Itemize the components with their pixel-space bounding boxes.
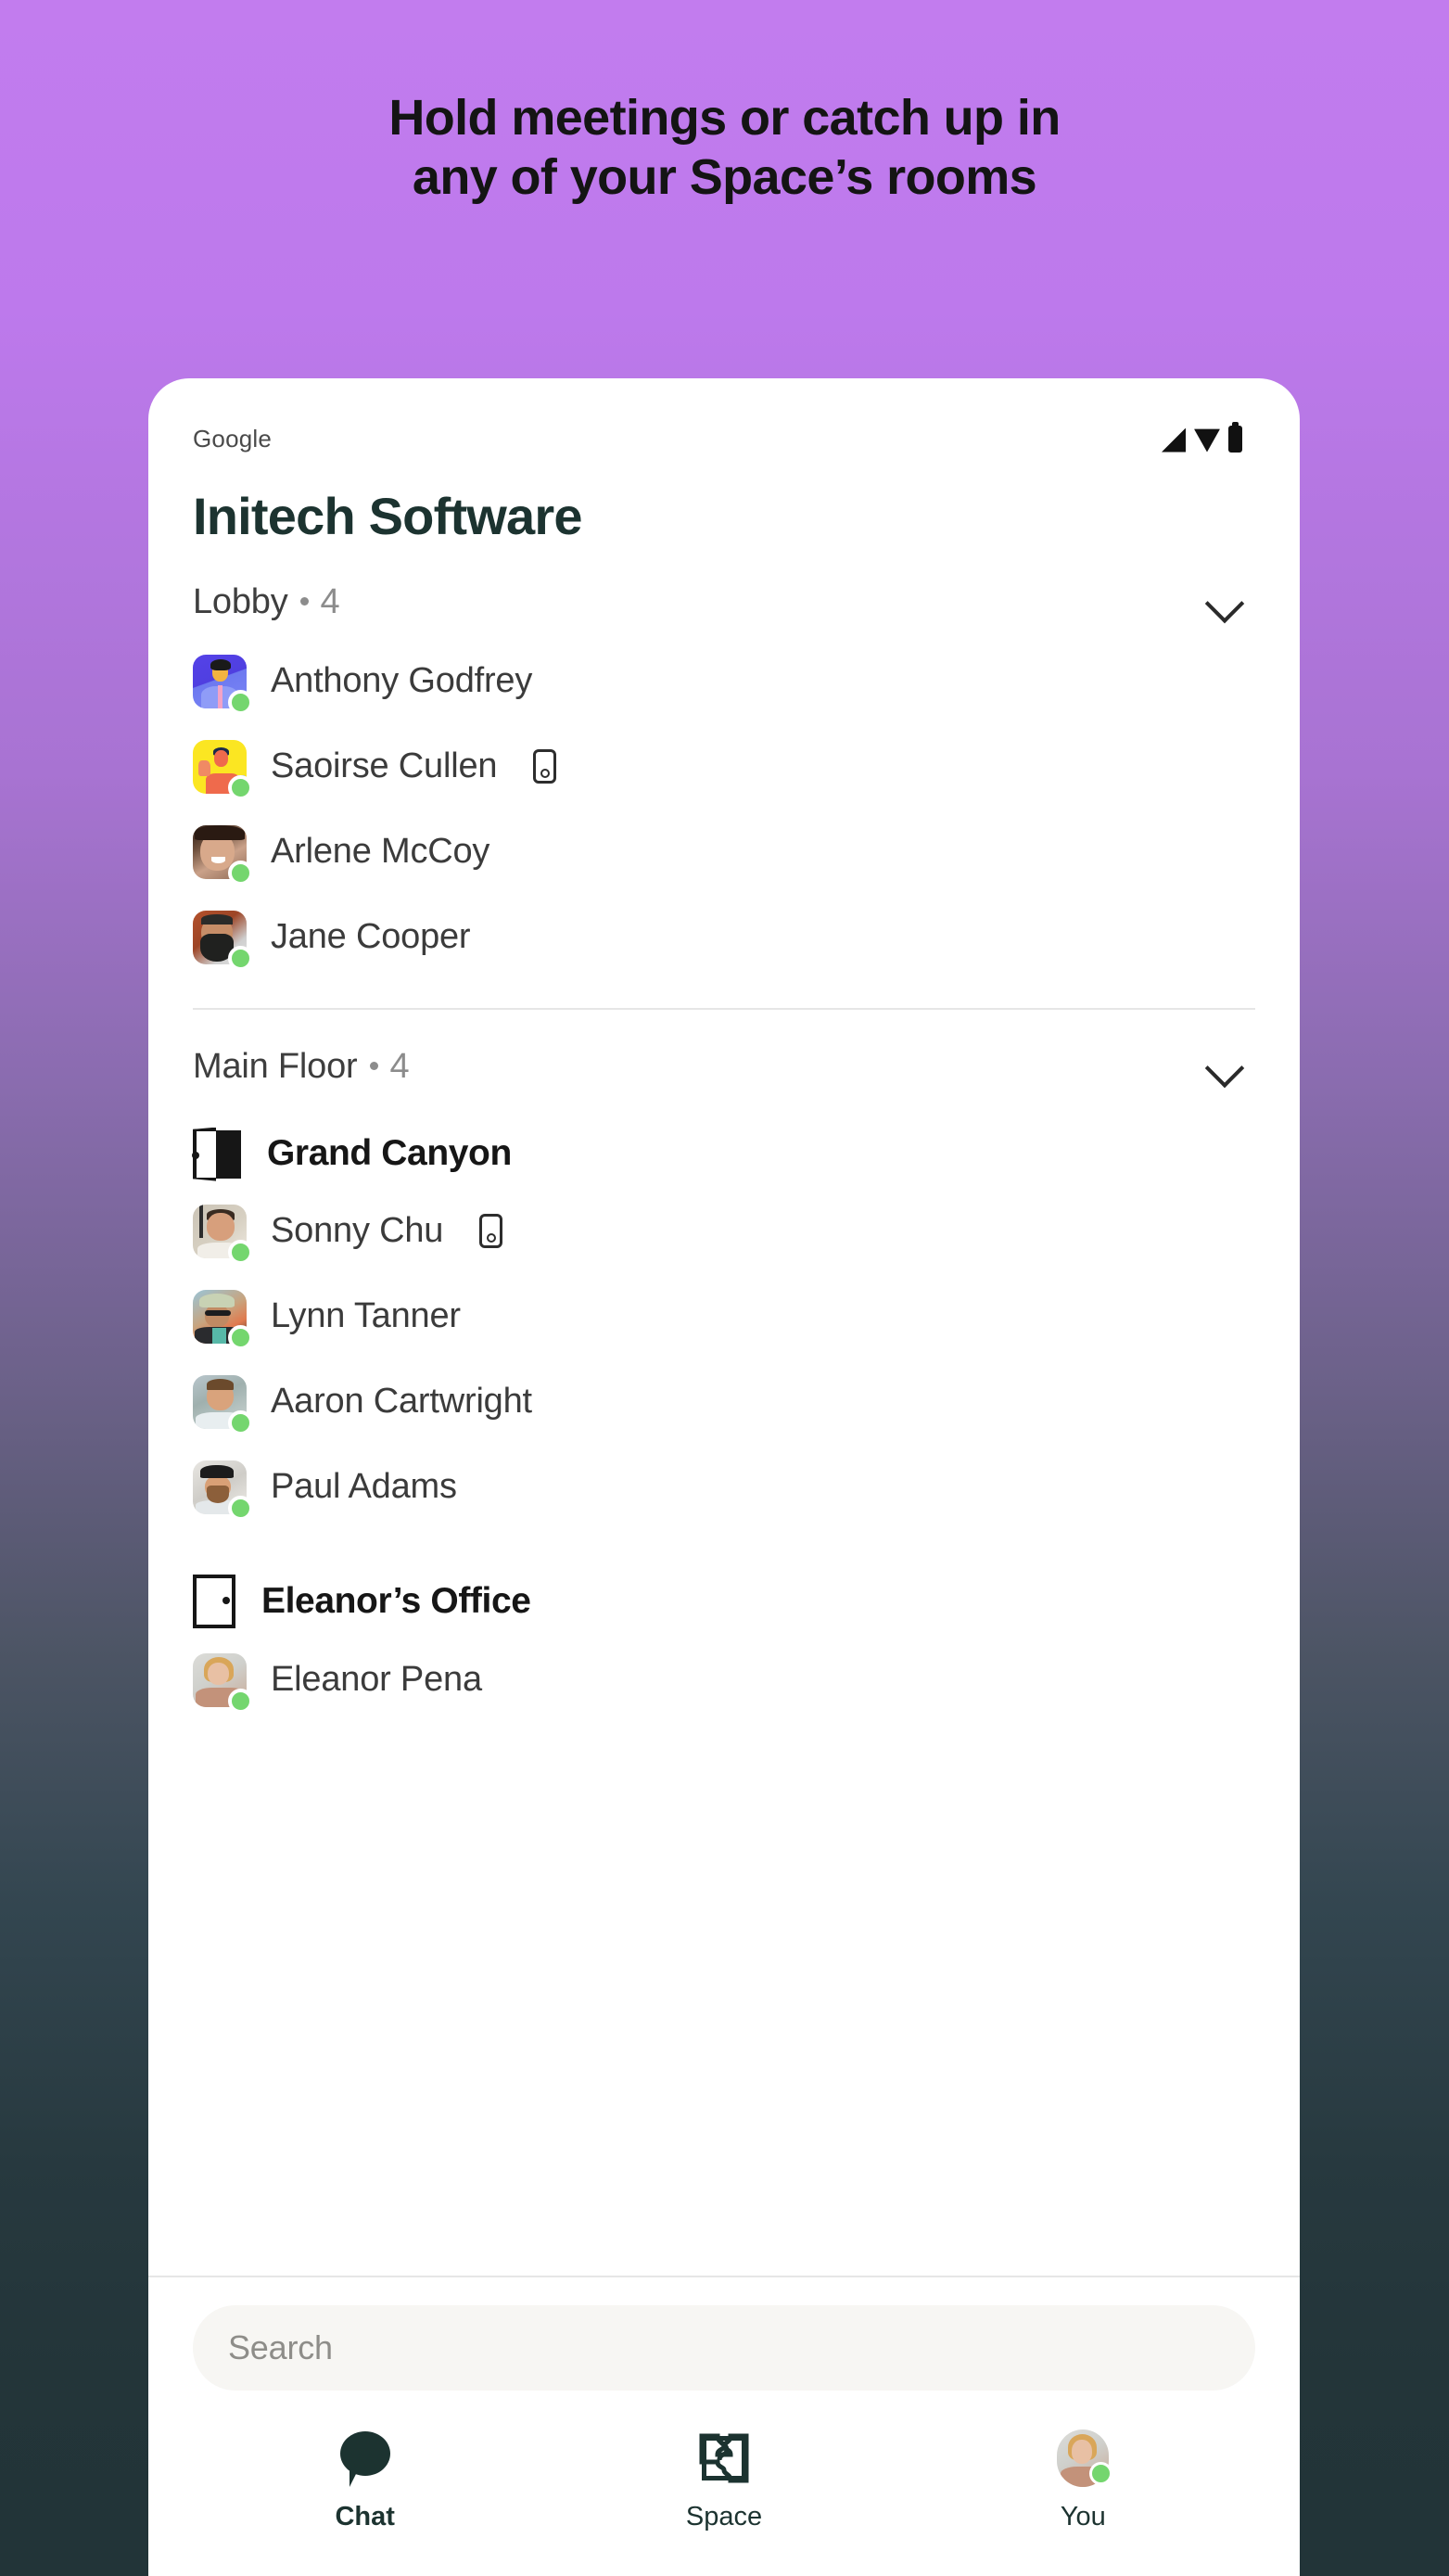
floor-member-count: 4: [320, 581, 340, 621]
battery-icon: [1228, 421, 1242, 453]
bottom-navigation: Chat Space You: [148, 2391, 1300, 2576]
door-closed-icon: [193, 1574, 235, 1628]
member-name: Arlene McCoy: [271, 832, 490, 872]
member-name: Saoirse Cullen: [271, 746, 498, 786]
bullet-separator-icon: [369, 1061, 378, 1070]
status-badge: [228, 945, 253, 971]
list-item[interactable]: Paul Adams: [193, 1445, 1255, 1530]
member-name: Jane Cooper: [271, 917, 471, 957]
avatar: [193, 739, 253, 800]
list-item[interactable]: Aaron Cartwright: [193, 1359, 1255, 1445]
floor-header-main-floor[interactable]: Main Floor 4: [193, 1010, 1255, 1103]
member-name: Anthony Godfrey: [271, 661, 533, 701]
status-badge: [228, 1495, 253, 1521]
list-item[interactable]: Eleanor Pena: [193, 1638, 1255, 1723]
headline-line-1: Hold meetings or catch up in: [388, 90, 1061, 146]
wifi-icon: [1194, 428, 1220, 453]
floor-title-main-floor: Main Floor 4: [193, 1046, 410, 1087]
tab-chat-label: Chat: [335, 2502, 395, 2531]
avatar: [193, 1460, 253, 1521]
tab-you-label: You: [1060, 2502, 1106, 2531]
list-item[interactable]: Sonny Chu: [193, 1189, 1255, 1274]
room-header-eleanors-office[interactable]: Eleanor’s Office: [193, 1530, 1255, 1638]
chat-bubble-icon: [337, 2429, 394, 2487]
floor-label: Main Floor: [193, 1046, 358, 1086]
status-badge: [1089, 2462, 1113, 2485]
list-item[interactable]: Saoirse Cullen: [193, 724, 1255, 810]
status-badge: [228, 1409, 253, 1435]
avatar: [193, 910, 253, 971]
avatar: [193, 654, 253, 715]
bullet-separator-icon: [299, 596, 309, 606]
search-placeholder: Search: [228, 2328, 333, 2366]
list-item[interactable]: Arlene McCoy: [193, 810, 1255, 895]
tab-you[interactable]: You: [904, 2429, 1263, 2576]
member-name: Lynn Tanner: [271, 1296, 461, 1336]
floor-section-main-floor: Main Floor 4 Grand Canyon Sonny Chu Lynn…: [148, 1010, 1300, 1723]
space-floorplan-icon: [695, 2429, 753, 2487]
avatar: [193, 1289, 253, 1350]
avatar: [193, 1652, 253, 1714]
member-name: Paul Adams: [271, 1467, 457, 1507]
status-badge: [228, 860, 253, 886]
list-item[interactable]: Lynn Tanner: [193, 1274, 1255, 1359]
status-badge: [228, 1688, 253, 1714]
floor-header-lobby[interactable]: Lobby 4: [193, 545, 1255, 639]
status-badge: [228, 1239, 253, 1265]
page-title: Initech Software: [193, 487, 583, 545]
tab-space-label: Space: [685, 2502, 763, 2531]
status-badge: [228, 1324, 253, 1350]
tab-space[interactable]: Space: [544, 2429, 903, 2576]
room-name: Grand Canyon: [267, 1132, 512, 1173]
status-badge: [228, 689, 253, 715]
floor-title-lobby: Lobby 4: [193, 581, 340, 622]
mobile-phone-icon: [533, 749, 557, 784]
carrier-label: Google: [193, 424, 273, 453]
search-input[interactable]: Search: [193, 2305, 1255, 2391]
avatar: [193, 1374, 253, 1435]
bottom-area: Search Chat Space You: [148, 2276, 1300, 2576]
status-badge: [228, 774, 253, 800]
headline-line-2: any of your Space’s rooms: [412, 148, 1037, 205]
marketing-headline: Hold meetings or catch up in any of your…: [0, 89, 1449, 207]
avatar: [193, 824, 253, 886]
floor-member-count: 4: [389, 1046, 410, 1086]
chevron-down-icon[interactable]: [1207, 588, 1250, 616]
list-item[interactable]: Jane Cooper: [193, 895, 1255, 980]
tab-chat[interactable]: Chat: [185, 2429, 544, 2576]
signal-icon: [1162, 427, 1186, 453]
list-item[interactable]: Anthony Godfrey: [193, 639, 1255, 724]
avatar: [193, 1204, 253, 1265]
member-name: Aaron Cartwright: [271, 1382, 532, 1422]
member-name: Eleanor Pena: [271, 1660, 482, 1700]
status-icon-group: [1162, 421, 1242, 453]
space-rooms-list[interactable]: Lobby 4 Anthony Godfrey Saoirse Cullen A…: [148, 545, 1300, 2276]
floor-section-lobby: Lobby 4 Anthony Godfrey Saoirse Cullen A…: [148, 545, 1300, 980]
user-avatar-icon: [1057, 2429, 1113, 2487]
status-bar: Google: [148, 378, 1300, 467]
room-header-grand-canyon[interactable]: Grand Canyon: [192, 1103, 1255, 1189]
member-name: Sonny Chu: [271, 1211, 444, 1251]
chevron-down-icon[interactable]: [1207, 1052, 1250, 1080]
room-name: Eleanor’s Office: [261, 1580, 531, 1621]
phone-mockup: Google Initech Software Lobby 4 Anthony …: [148, 378, 1300, 2576]
mobile-phone-icon: [479, 1214, 503, 1249]
door-open-icon: [192, 1127, 241, 1181]
floor-label: Lobby: [193, 581, 288, 621]
